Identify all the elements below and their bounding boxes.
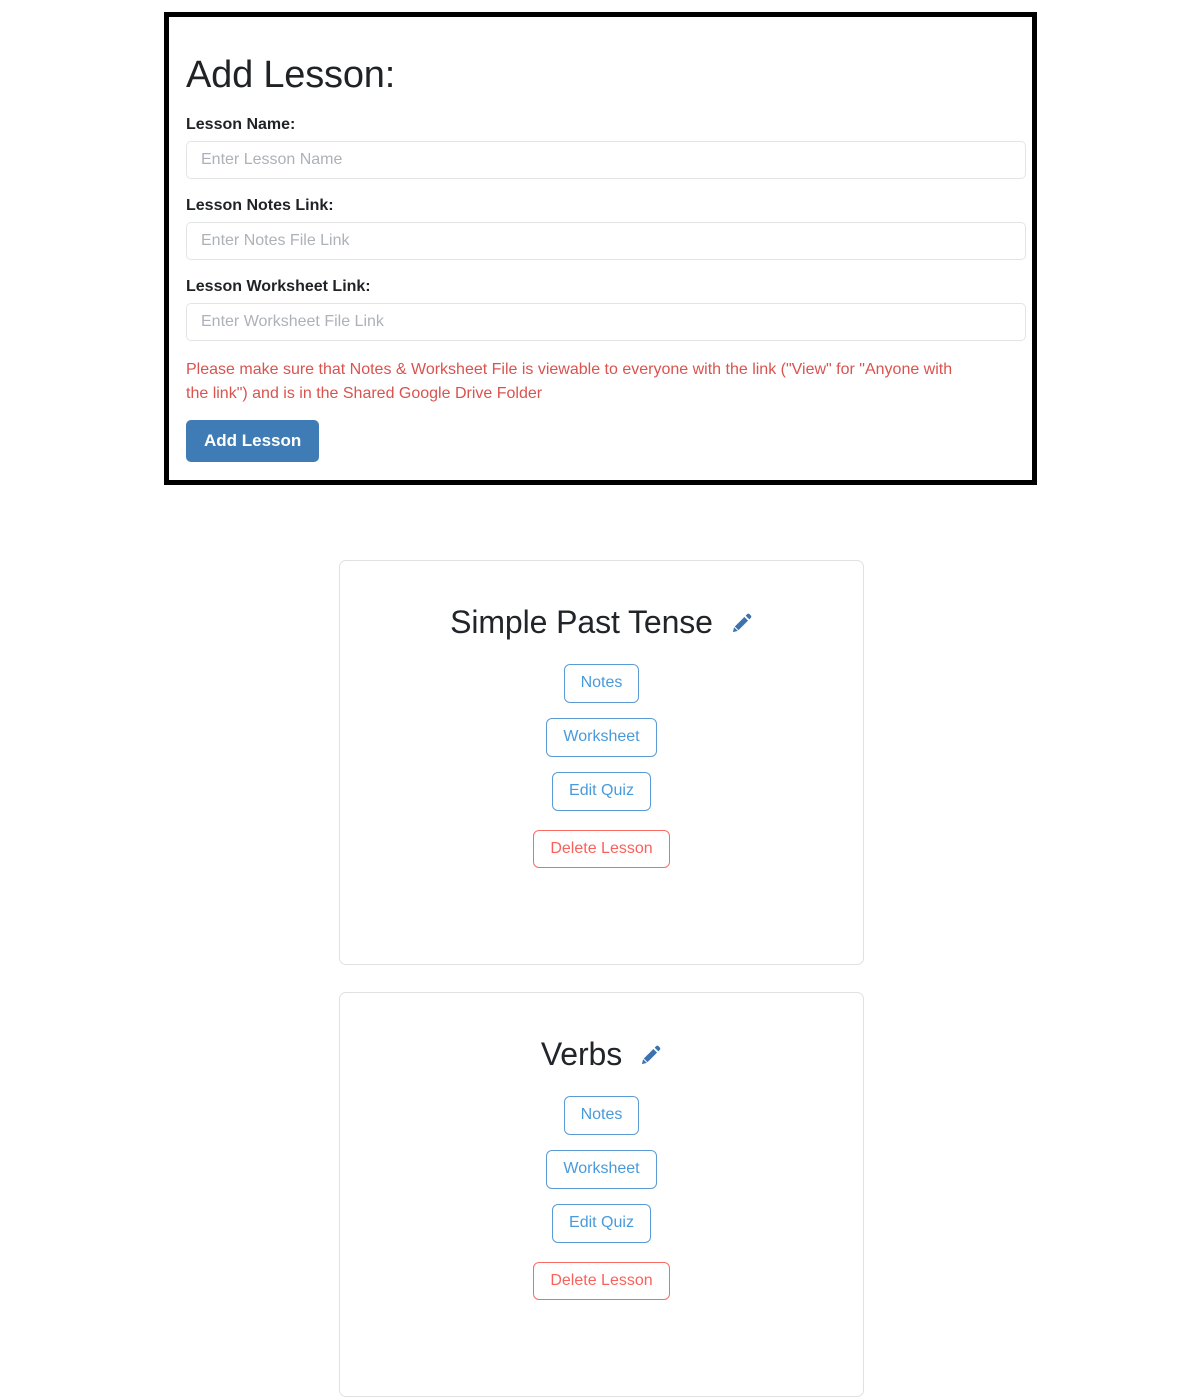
lesson-worksheet-link-field-group: Lesson Worksheet Link: [186, 277, 1026, 342]
lesson-card: Verbs Notes Worksheet Edit Quiz Delete L… [339, 992, 864, 1397]
sharing-warning-text: Please make sure that Notes & Worksheet … [186, 361, 953, 403]
pencil-icon[interactable] [640, 1044, 662, 1066]
lesson-notes-link-field-group: Lesson Notes Link: [186, 196, 1026, 261]
lesson-name-label: Lesson Name: [186, 115, 296, 133]
lesson-card-header: Verbs [340, 1027, 863, 1072]
notes-row: Notes [340, 1096, 863, 1135]
notes-button[interactable]: Notes [563, 1096, 640, 1135]
worksheet-row: Worksheet [340, 717, 863, 757]
lesson-title: Simple Past Tense [450, 604, 713, 640]
lesson-title: Verbs [540, 1036, 623, 1072]
edit-quiz-button[interactable]: Edit Quiz [552, 1203, 651, 1243]
notes-button[interactable]: Notes [563, 664, 640, 703]
delete-lesson-row: Delete Lesson [340, 829, 863, 869]
worksheet-button[interactable]: Worksheet [546, 1149, 657, 1189]
delete-lesson-button[interactable]: Delete Lesson [533, 829, 670, 869]
lesson-notes-link-input[interactable] [186, 222, 1026, 261]
add-lesson-panel: Add Lesson: Lesson Name: Lesson Notes Li… [164, 12, 1037, 485]
worksheet-button[interactable]: Worksheet [546, 717, 657, 757]
lesson-name-input[interactable] [186, 140, 1026, 179]
add-lesson-button[interactable]: Add Lesson [186, 420, 320, 462]
edit-quiz-row: Edit Quiz [340, 771, 863, 811]
notes-row: Notes [340, 664, 863, 703]
pencil-icon[interactable] [731, 612, 753, 634]
delete-lesson-row: Delete Lesson [340, 1261, 863, 1301]
lesson-worksheet-link-input[interactable] [186, 303, 1026, 342]
lesson-notes-link-label: Lesson Notes Link: [186, 196, 334, 214]
page-title: Add Lesson: [186, 54, 396, 96]
edit-quiz-button[interactable]: Edit Quiz [552, 771, 651, 811]
lesson-card-header: Simple Past Tense [340, 595, 863, 640]
edit-quiz-row: Edit Quiz [340, 1203, 863, 1243]
delete-lesson-button[interactable]: Delete Lesson [533, 1261, 670, 1301]
worksheet-row: Worksheet [340, 1149, 863, 1189]
lesson-card: Simple Past Tense Notes Worksheet Edit Q… [339, 560, 864, 965]
lesson-name-field-group: Lesson Name: [186, 115, 1026, 179]
lesson-worksheet-link-label: Lesson Worksheet Link: [186, 278, 371, 296]
